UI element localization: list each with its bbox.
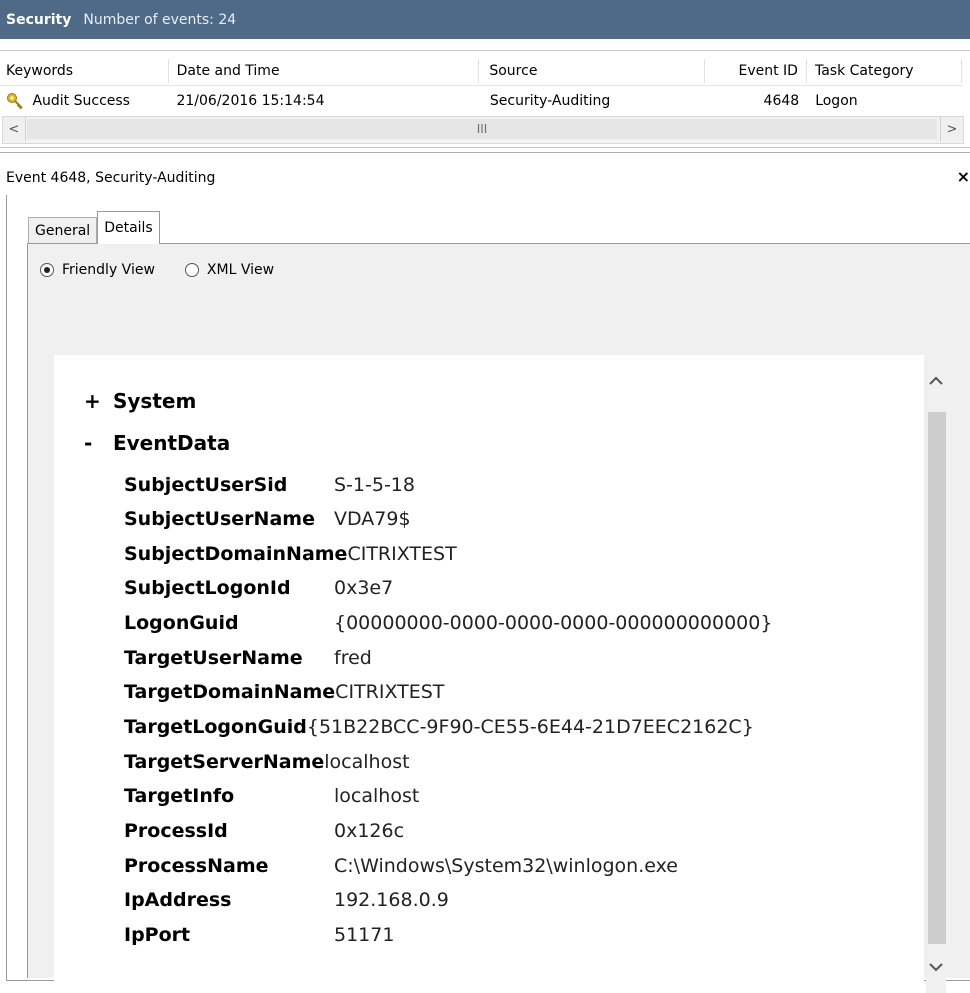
- expand-icon: +: [84, 389, 101, 413]
- field-row: IpAddress 192.168.0.9: [124, 883, 904, 917]
- vertical-scroll-thumb[interactable]: [928, 412, 946, 944]
- field-value: S-1-5-18: [334, 474, 415, 496]
- event-list-header: Keywords Date and Time Source Event ID T…: [0, 57, 962, 86]
- eventdata-node[interactable]: - EventData: [84, 431, 230, 455]
- system-node[interactable]: + System: [84, 389, 196, 413]
- field-value: 51171: [334, 924, 395, 946]
- event-header-bar: Event 4648, Security-Auditing ×: [0, 161, 970, 195]
- scroll-left-button[interactable]: <: [3, 117, 26, 141]
- field-value: 192.168.0.9: [334, 889, 449, 911]
- field-value: {51B22BCC-9F90-CE55-6E44-21D7EEC2162C}: [306, 716, 754, 738]
- field-row: TargetDomainName CITRIXTEST: [124, 675, 904, 709]
- keywords-value: Audit Success: [32, 93, 130, 109]
- friendly-view-label: Friendly View: [62, 262, 155, 278]
- field-key: SubjectLogonId: [124, 577, 291, 599]
- field-key: SubjectDomainName: [124, 543, 348, 565]
- scroll-thumb[interactable]: III: [27, 119, 937, 139]
- field-value: 0x126c: [334, 820, 405, 842]
- field-row: LogonGuid {00000000-0000-0000-0000-00000…: [124, 606, 904, 640]
- column-header-date-time[interactable]: Date and Time: [169, 59, 480, 83]
- event-row[interactable]: Audit Success 21/06/2016 15:14:54 Securi…: [0, 87, 962, 115]
- column-header-source[interactable]: Source: [479, 59, 705, 83]
- cell-task-category: Logon: [815, 93, 858, 109]
- chevron-up-icon: [929, 376, 943, 385]
- cell-keywords: Audit Success: [0, 92, 168, 110]
- view-options: Friendly View XML View: [40, 262, 304, 278]
- field-row: TargetLogonGuid {51B22BCC-9F90-CE55-6E44…: [124, 710, 904, 744]
- event-detail-panel: General Details Friendly View XML View +…: [6, 195, 970, 993]
- cell-source: Security-Auditing: [489, 93, 611, 109]
- field-row: TargetInfo localhost: [124, 779, 904, 813]
- cell-event-id: 4648: [763, 93, 800, 109]
- field-value: VDA79$: [334, 508, 411, 530]
- field-key: IpAddress: [124, 889, 232, 911]
- field-value: {00000000-0000-0000-0000-000000000000}: [334, 612, 773, 634]
- field-key: ProcessName: [124, 855, 269, 877]
- chevron-down-icon: [929, 963, 943, 972]
- events-count: Number of events: 24: [83, 11, 237, 28]
- log-name: Security: [6, 11, 72, 28]
- key-icon: [7, 93, 23, 110]
- field-row: SubjectLogonId 0x3e7: [124, 571, 904, 605]
- field-value: CITRIXTEST: [335, 681, 445, 703]
- xml-view-label: XML View: [206, 262, 275, 278]
- radio-unselected-icon: [184, 263, 199, 277]
- field-value: localhost: [324, 751, 410, 773]
- friendly-view-content: + System - EventData SubjectUserSid S-1-…: [54, 355, 924, 993]
- log-title-bar: Security Number of events: 24: [0, 0, 970, 39]
- tab-general[interactable]: General: [28, 217, 98, 244]
- friendly-view-radio[interactable]: Friendly View: [40, 262, 155, 278]
- field-row: SubjectDomainName CITRIXTEST: [124, 537, 904, 571]
- field-row: TargetServerName localhost: [124, 745, 904, 779]
- collapse-icon: -: [84, 431, 93, 455]
- field-row: SubjectUserName VDA79$: [124, 502, 904, 536]
- column-header-keywords[interactable]: Keywords: [0, 59, 169, 83]
- field-value: localhost: [334, 785, 420, 807]
- field-row: ProcessName C:\Windows\System32\winlogon…: [124, 849, 904, 883]
- radio-selected-icon: [40, 263, 54, 277]
- field-row: SubjectUserSid S-1-5-18: [124, 468, 904, 502]
- field-row: TargetUserName fred: [124, 641, 904, 675]
- eventdata-label: EventData: [112, 431, 231, 455]
- field-value: fred: [334, 647, 372, 669]
- horizontal-scrollbar[interactable]: < III >: [2, 116, 964, 144]
- xml-view-radio[interactable]: XML View: [184, 262, 275, 278]
- column-header-event-id[interactable]: Event ID: [705, 59, 807, 83]
- scroll-down-icon[interactable]: [926, 949, 946, 985]
- scroll-up-icon[interactable]: [926, 363, 946, 399]
- scroll-right-button[interactable]: >: [940, 117, 963, 141]
- event-title: Event 4648, Security-Auditing: [6, 170, 216, 186]
- scroll-thumb-grip: III: [476, 122, 488, 136]
- field-value: CITRIXTEST: [347, 543, 457, 565]
- details-tab-body: Friendly View XML View + System - EventD…: [27, 243, 970, 993]
- close-icon[interactable]: ×: [957, 167, 970, 186]
- field-key: TargetInfo: [124, 785, 235, 807]
- vertical-scrollbar[interactable]: [926, 355, 946, 993]
- field-value: 0x3e7: [334, 577, 394, 599]
- field-key: TargetUserName: [124, 647, 303, 669]
- column-header-task-category[interactable]: Task Category: [807, 59, 962, 83]
- field-row: ProcessId 0x126c: [124, 814, 904, 848]
- cell-date-time: 21/06/2016 15:14:54: [176, 93, 325, 109]
- field-row: IpPort 51171: [124, 918, 904, 952]
- field-key: ProcessId: [124, 820, 228, 842]
- tab-strip: General Details: [28, 211, 160, 244]
- field-key: SubjectUserSid: [124, 474, 288, 496]
- field-key: TargetServerName: [124, 751, 325, 773]
- system-label: System: [112, 389, 197, 413]
- field-key: SubjectUserName: [124, 508, 315, 530]
- field-key: TargetDomainName: [124, 681, 336, 703]
- tab-details[interactable]: Details: [97, 211, 160, 244]
- field-key: TargetLogonGuid: [124, 716, 307, 738]
- field-key: IpPort: [124, 924, 191, 946]
- field-key: LogonGuid: [124, 612, 239, 634]
- field-value: C:\Windows\System32\winlogon.exe: [334, 855, 678, 877]
